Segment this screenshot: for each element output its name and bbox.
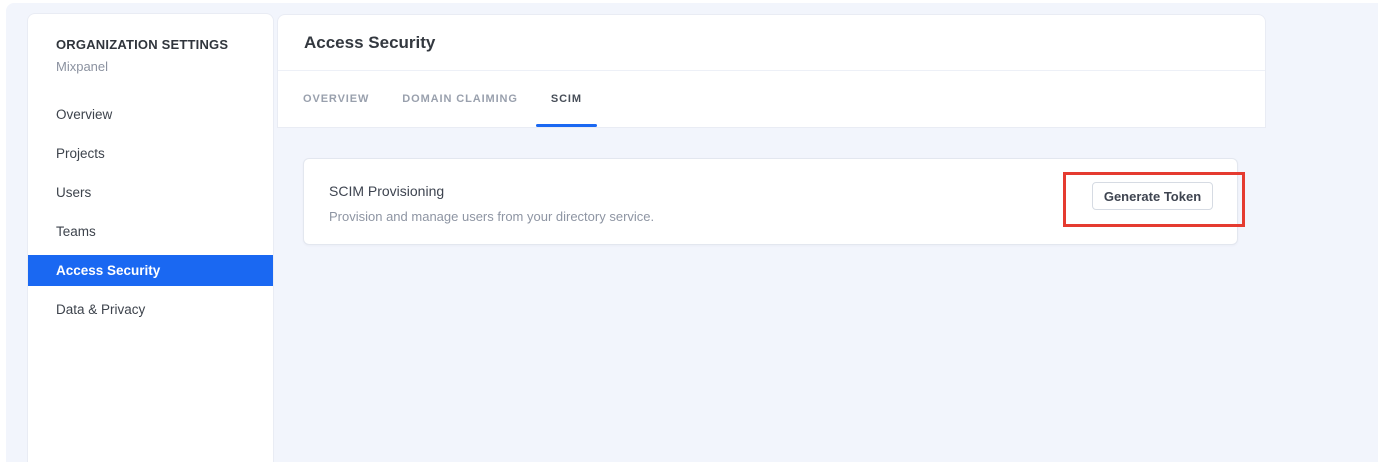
- card-title: SCIM Provisioning: [329, 183, 445, 199]
- page-title: Access Security: [304, 32, 436, 52]
- sidebar-item-access-security[interactable]: Access Security: [28, 255, 273, 286]
- sidebar-item-projects[interactable]: Projects: [28, 138, 273, 169]
- sidebar-item-data-privacy[interactable]: Data & Privacy: [28, 294, 273, 325]
- scim-provisioning-card: SCIM Provisioning Provision and manage u…: [303, 158, 1238, 245]
- generate-token-button[interactable]: Generate Token: [1092, 182, 1213, 210]
- organization-name: Mixpanel: [56, 59, 109, 74]
- sidebar-item-users[interactable]: Users: [28, 177, 273, 208]
- main-header: Access Security: [278, 15, 1265, 71]
- main-panel: Access Security OVERVIEW DOMAIN CLAIMING…: [277, 14, 1266, 128]
- organization-settings-sidebar: ORGANIZATION SETTINGS Mixpanel Overview …: [27, 13, 274, 462]
- sidebar-header: ORGANIZATION SETTINGS Mixpanel: [28, 14, 273, 74]
- app-window: ORGANIZATION SETTINGS Mixpanel Overview …: [0, 0, 1378, 462]
- tab-scim[interactable]: SCIM: [535, 71, 598, 127]
- app-background: ORGANIZATION SETTINGS Mixpanel Overview …: [6, 3, 1378, 462]
- sidebar-item-teams[interactable]: Teams: [28, 216, 273, 247]
- tab-overview[interactable]: OVERVIEW: [288, 71, 384, 127]
- sidebar-item-overview[interactable]: Overview: [28, 99, 273, 130]
- sidebar-nav: Overview Projects Users Teams Access Sec…: [28, 99, 273, 325]
- tab-domain-claiming[interactable]: DOMAIN CLAIMING: [387, 71, 533, 127]
- tab-bar: OVERVIEW DOMAIN CLAIMING SCIM: [278, 71, 1265, 127]
- card-description: Provision and manage users from your dir…: [329, 209, 655, 224]
- sidebar-heading: ORGANIZATION SETTINGS: [56, 37, 229, 52]
